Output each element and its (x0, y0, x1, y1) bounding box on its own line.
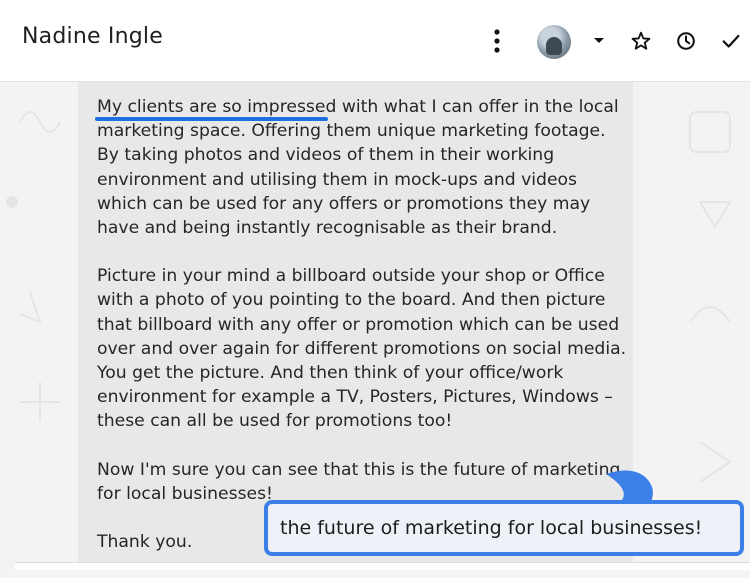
contact-name[interactable]: Nadine Ingle (22, 24, 163, 49)
check-icon[interactable] (718, 28, 744, 54)
message-paragraph: Picture in your mind a billboard outside… (97, 266, 627, 432)
message-paragraph: Now I'm sure you can see that this is th… (97, 459, 621, 504)
more-vert-icon[interactable] (484, 28, 510, 54)
composer-bar[interactable] (15, 562, 750, 570)
callout-box: the future of marketing for local busine… (264, 500, 744, 556)
chat-header: Nadine Ingle (0, 0, 750, 82)
caret-down-icon[interactable] (586, 28, 612, 54)
callout-text: the future of marketing for local busine… (280, 517, 703, 539)
avatar[interactable] (537, 25, 571, 59)
star-icon[interactable] (628, 28, 654, 54)
highlighted-phrase: My clients are so impressed (97, 97, 337, 117)
highlight-underline (95, 117, 328, 121)
clock-icon[interactable] (673, 28, 699, 54)
